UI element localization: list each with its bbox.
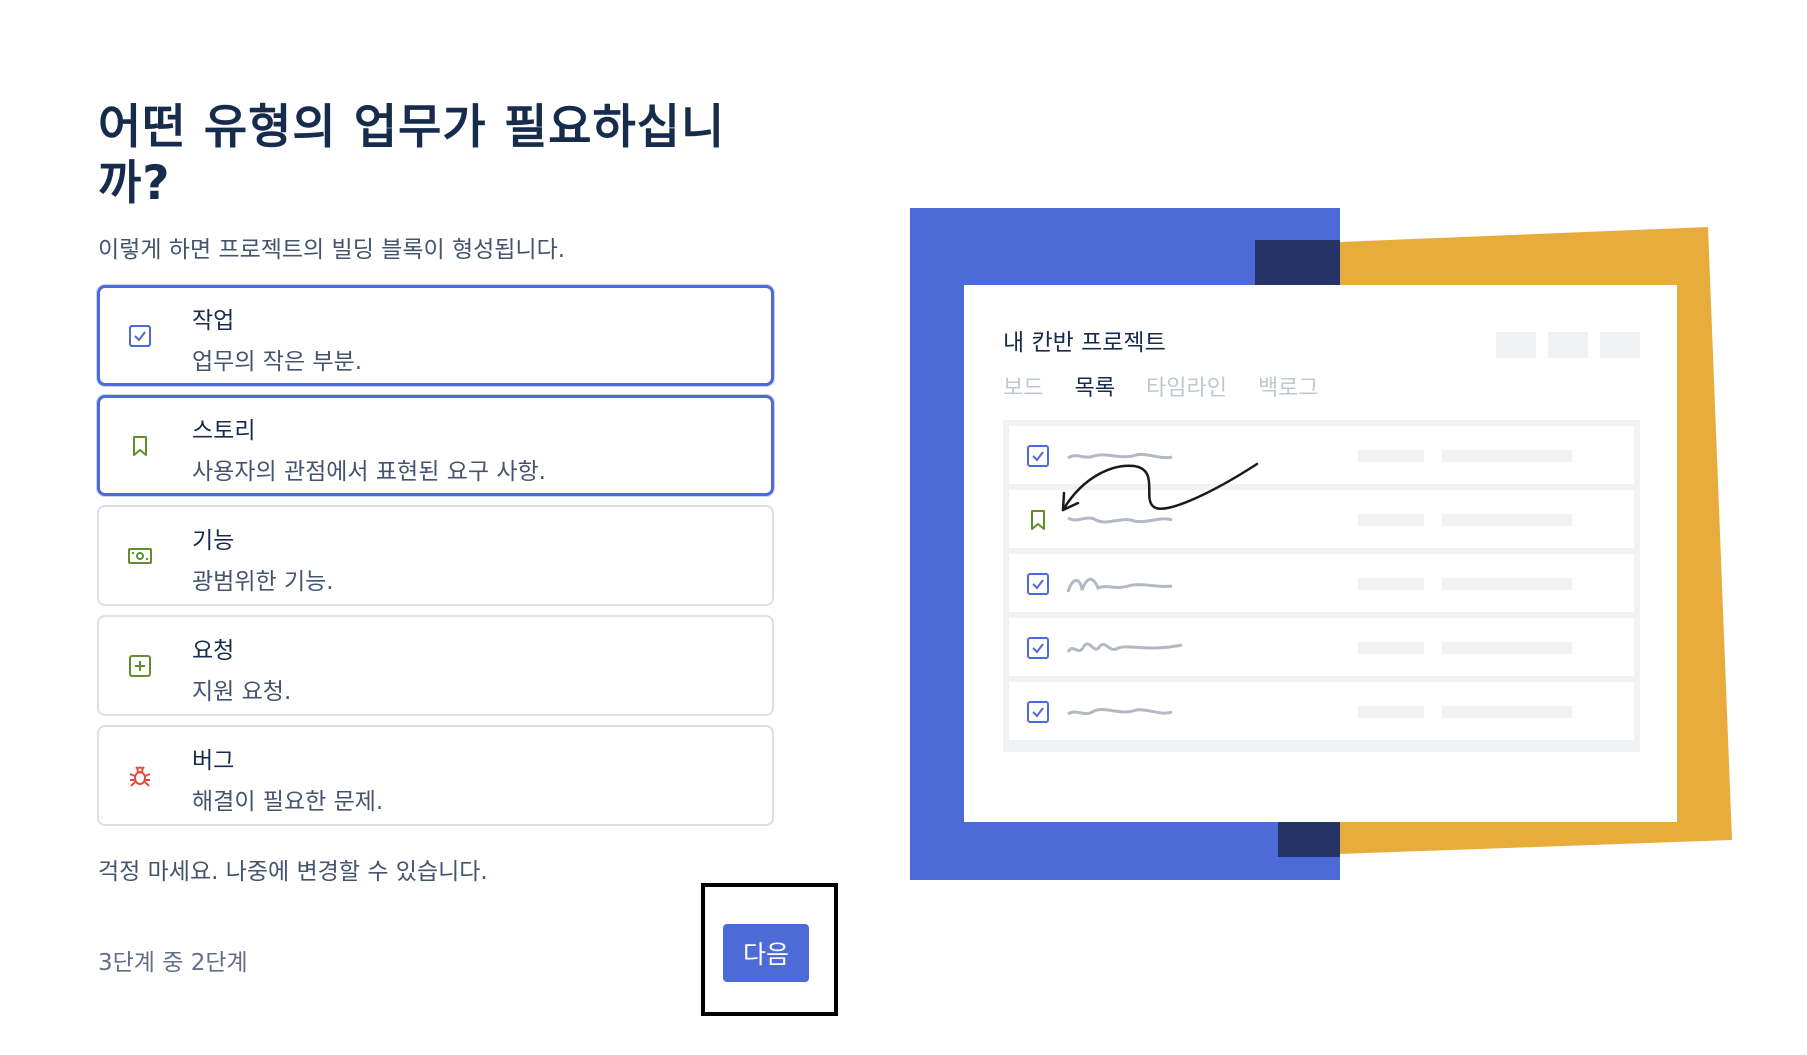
work-type-options: 작업 업무의 작은 부분. 스토리 사용자의 관점에서 표현된 요구 사항. 기… [97, 285, 774, 835]
feature-money-icon [127, 543, 153, 569]
option-description: 업무의 작은 부분. [192, 349, 363, 375]
story-bookmark-icon [127, 433, 153, 459]
page-title: 어떤 유형의 업무가 필요하십니까? [98, 100, 726, 211]
next-button[interactable]: 다음 [723, 924, 809, 982]
option-bug[interactable]: 버그 해결이 필요한 문제. [97, 725, 774, 826]
option-title: 요청 [192, 638, 235, 664]
page-subtitle: 이렇게 하면 프로젝트의 빌딩 블록이 형성됩니다. [98, 237, 566, 263]
bug-icon [127, 763, 153, 789]
option-title: 기능 [192, 528, 235, 554]
option-description: 해결이 필요한 문제. [192, 789, 384, 815]
task-checkbox-icon [127, 323, 153, 349]
project-card: 내 칸반 프로젝트 보드 목록 타임라인 백로그 [964, 285, 1677, 822]
option-task[interactable]: 작업 업무의 작은 부분. [97, 285, 774, 386]
option-description: 광범위한 기능. [192, 569, 334, 595]
request-plus-icon [127, 653, 153, 679]
arrow-doodle [1061, 462, 1259, 512]
option-description: 지원 요청. [192, 679, 292, 705]
option-title: 작업 [192, 308, 235, 334]
step-indicator: 3단계 중 2단계 [98, 950, 248, 976]
option-title: 스토리 [192, 418, 256, 444]
option-description: 사용자의 관점에서 표현된 요구 사항. [192, 459, 546, 485]
option-request[interactable]: 요청 지원 요청. [97, 615, 774, 716]
option-title: 버그 [192, 748, 235, 774]
kanban-illustration: 내 칸반 프로젝트 보드 목록 타임라인 백로그 [910, 205, 1735, 885]
reassurance-text: 걱정 마세요. 나중에 변경할 수 있습니다. [98, 859, 488, 885]
option-feature[interactable]: 기능 광범위한 기능. [97, 505, 774, 606]
option-story[interactable]: 스토리 사용자의 관점에서 표현된 요구 사항. [97, 395, 774, 496]
